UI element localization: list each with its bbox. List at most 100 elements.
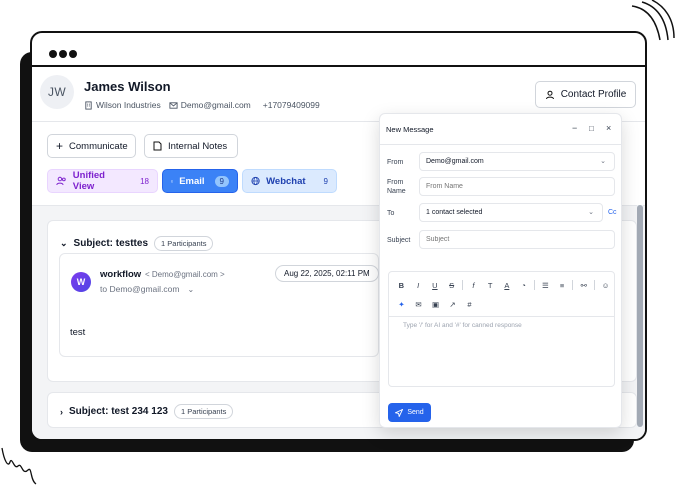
tab-unified-label: Unified View xyxy=(72,170,105,192)
contact-company: Wilson Industries xyxy=(96,100,161,110)
thread-header[interactable]: › Subject: test 234 123 1 Participants xyxy=(60,404,234,419)
minimize-icon[interactable]: − xyxy=(572,123,577,133)
compose-title: New Message xyxy=(386,125,434,134)
from-select[interactable]: Demo@gmail.com ⌄ xyxy=(419,152,615,171)
tab-email[interactable]: Email 9 xyxy=(162,169,238,193)
toolbar-divider xyxy=(462,280,463,290)
tab-email-label: Email xyxy=(179,175,205,187)
editor-toolbar-secondary: ✦ ✉ ▣ ↗ # xyxy=(389,295,614,313)
send-button[interactable]: Send xyxy=(388,403,431,422)
scrollbar-thumb[interactable] xyxy=(637,205,643,427)
window-dot-icon xyxy=(69,50,77,58)
message-editor[interactable]: B I U S f T A ◔ ☰ ≡ ⚯ ☺ ✦ ✉ ▣ ↗ # Type '… xyxy=(388,271,615,387)
image-icon[interactable]: ▣ xyxy=(427,300,444,309)
bullet-list-icon[interactable]: ☰ xyxy=(537,281,554,290)
from-label: From xyxy=(387,159,404,166)
toolbar-divider xyxy=(533,280,535,290)
from-name-input[interactable] xyxy=(419,177,615,196)
chevron-right-icon: › xyxy=(60,406,63,417)
message-body: test xyxy=(70,327,86,338)
font-family-icon[interactable]: f xyxy=(465,281,482,290)
editor-placeholder: Type '/' for AI and '#' for canned respo… xyxy=(403,322,522,329)
building-icon xyxy=(85,100,92,110)
sender-name: workflow xyxy=(100,269,142,280)
globe-icon xyxy=(251,176,260,186)
underline-icon[interactable]: U xyxy=(427,281,444,290)
window-dot-icon xyxy=(49,50,57,58)
to-label: To xyxy=(387,210,395,217)
font-size-icon[interactable]: T xyxy=(482,281,499,290)
from-name-label: From Name xyxy=(387,179,406,195)
thread-header[interactable]: ⌄ Subject: testtes 1 Participants xyxy=(60,236,214,251)
tab-unified-view[interactable]: Unified View 18 xyxy=(47,169,158,193)
text-color-icon[interactable]: A xyxy=(498,281,515,290)
subject-input[interactable] xyxy=(419,230,615,249)
users-icon xyxy=(56,176,66,186)
toolbar-divider xyxy=(594,280,596,290)
mail-template-icon[interactable]: ✉ xyxy=(410,300,427,309)
communicate-label: Communicate xyxy=(69,140,128,152)
to-select[interactable]: 1 contact selected ⌄ xyxy=(419,203,603,222)
participants-badge: 1 Participants xyxy=(173,404,234,419)
tab-webchat-label: Webchat xyxy=(266,175,306,187)
tab-webchat[interactable]: Webchat 9 xyxy=(242,169,337,193)
divider xyxy=(389,316,614,317)
message-date: Aug 22, 2025, 02:11 PM xyxy=(275,265,379,282)
contact-phone[interactable]: +17079409099 xyxy=(263,100,320,110)
user-icon xyxy=(545,90,554,99)
maximize-icon[interactable]: □ xyxy=(589,124,594,133)
participants-badge: 1 Participants xyxy=(154,236,214,251)
divider xyxy=(380,144,621,145)
thread-subject: Subject: testtes xyxy=(73,238,149,249)
communicate-button[interactable]: + Communicate xyxy=(47,134,136,158)
bold-icon[interactable]: B xyxy=(393,281,410,290)
contact-name: James Wilson xyxy=(84,79,171,94)
subject-label: Subject xyxy=(387,237,411,244)
trend-icon[interactable]: ↗ xyxy=(444,300,461,309)
chevron-down-icon: ⌄ xyxy=(588,209,594,216)
to-value: 1 contact selected xyxy=(426,209,483,216)
cc-toggle[interactable]: Cc xyxy=(608,209,617,216)
hashtag-icon[interactable]: # xyxy=(461,300,478,309)
send-label: Send xyxy=(407,409,424,416)
recipient-line[interactable]: to Demo@gmail.com ⌄ xyxy=(100,284,194,294)
send-icon xyxy=(395,408,404,417)
compose-panel: New Message − □ × From Demo@gmail.com ⌄ … xyxy=(379,113,622,428)
mail-icon xyxy=(171,180,174,182)
contact-profile-label: Contact Profile xyxy=(560,89,627,100)
thread-subject: Subject: test 234 123 xyxy=(69,406,168,417)
ai-sparkle-icon[interactable]: ✦ xyxy=(393,300,410,309)
italic-icon[interactable]: I xyxy=(410,281,427,290)
editor-toolbar: B I U S f T A ◔ ☰ ≡ ⚯ ☺ xyxy=(389,276,614,294)
stage: JW James Wilson Wilson Industries Demo@g… xyxy=(0,0,677,489)
mail-icon xyxy=(169,101,178,109)
palette-icon[interactable]: ◔ xyxy=(515,281,532,290)
contact-profile-button[interactable]: Contact Profile xyxy=(535,81,636,108)
internal-notes-button[interactable]: Internal Notes xyxy=(144,134,238,158)
strikethrough-icon[interactable]: S xyxy=(443,281,460,290)
avatar: JW xyxy=(40,75,74,109)
from-value: Demo@gmail.com xyxy=(426,158,484,165)
contact-email[interactable]: Demo@gmail.com xyxy=(181,100,251,110)
sender-email: < Demo@gmail.com > xyxy=(145,270,225,279)
tab-unified-count: 18 xyxy=(140,176,149,186)
tab-webchat-count: 9 xyxy=(323,176,328,186)
tab-email-count: 9 xyxy=(214,175,229,187)
email-message: W workflow < Demo@gmail.com > to Demo@gm… xyxy=(59,253,379,357)
chevron-down-icon: ⌄ xyxy=(600,158,606,165)
chevron-down-icon: ⌄ xyxy=(60,238,68,248)
close-icon[interactable]: × xyxy=(606,123,611,133)
avatar: W xyxy=(71,272,91,292)
plus-icon: + xyxy=(56,139,64,153)
window-dot-icon xyxy=(59,50,67,58)
chevron-down-icon: ⌄ xyxy=(187,284,195,294)
toolbar-divider xyxy=(572,280,574,290)
recipient-text: to Demo@gmail.com xyxy=(100,284,180,294)
link-icon[interactable]: ⚯ xyxy=(575,281,592,290)
window-titlebar xyxy=(32,33,645,67)
emoji-icon[interactable]: ☺ xyxy=(597,281,614,290)
numbered-list-icon[interactable]: ≡ xyxy=(554,281,571,290)
document-icon xyxy=(153,141,162,151)
contact-meta: Wilson Industries Demo@gmail.com +170794… xyxy=(84,100,320,110)
internal-notes-label: Internal Notes xyxy=(168,140,228,152)
